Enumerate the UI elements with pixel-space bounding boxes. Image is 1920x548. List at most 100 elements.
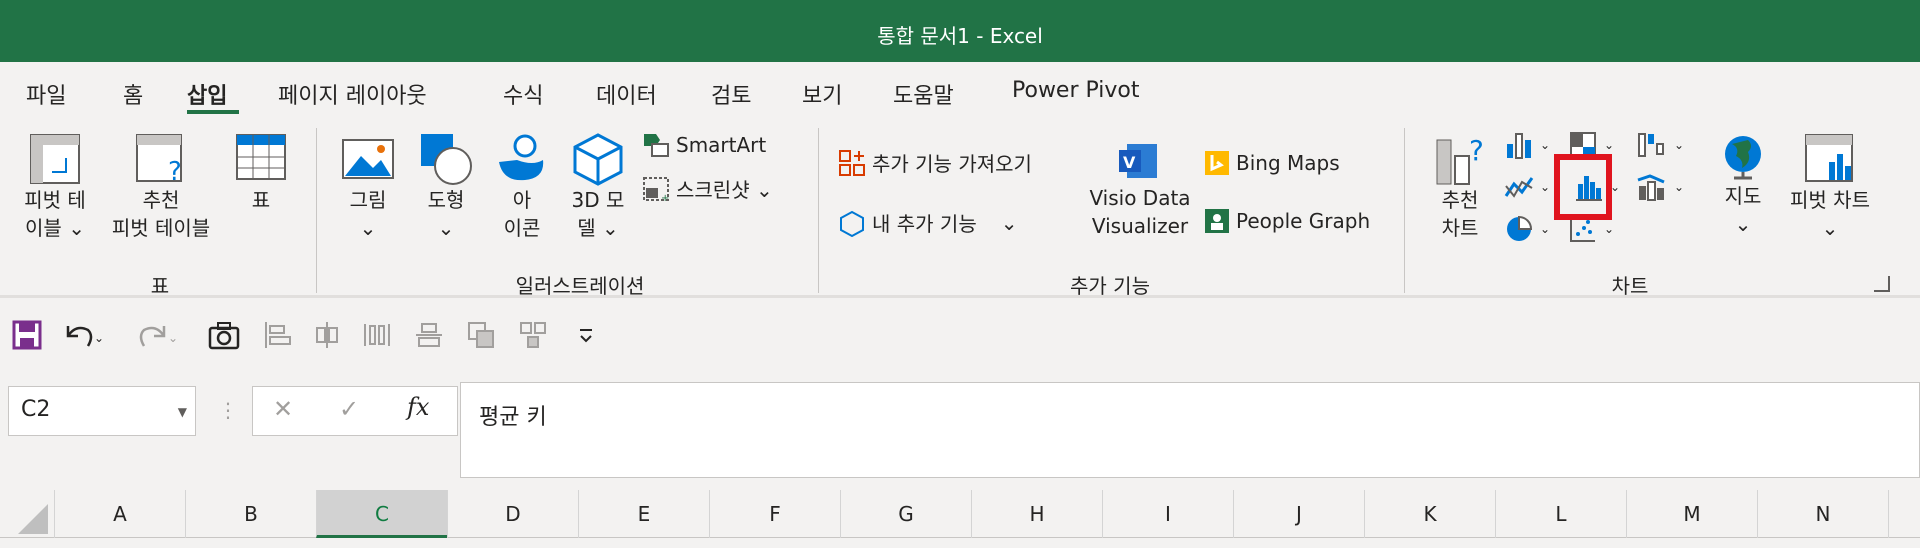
people-graph-button[interactable]: People Graph <box>1204 208 1370 234</box>
shapes-arrow: ⌄ <box>437 216 455 240</box>
save-icon[interactable] <box>12 320 42 350</box>
drag-handle-icon[interactable]: ⋮ <box>218 398 238 422</box>
formula-buttons: ✕ ✓ fx <box>252 386 458 436</box>
combo-chart-button[interactable]: ⌄ <box>1636 172 1684 202</box>
column-header-f[interactable]: F <box>709 490 840 538</box>
people-graph-label: People Graph <box>1236 209 1371 233</box>
recommended-pivot-icon: ? <box>136 134 182 186</box>
undo-icon[interactable]: ⌄ <box>62 320 102 350</box>
column-chart-button[interactable]: ⌄ <box>1504 130 1550 160</box>
maps-label: 지도 <box>1724 184 1762 208</box>
table-icon <box>236 134 286 180</box>
table-label: 표 <box>251 188 271 212</box>
3d-models-label-1: 3D 모 <box>571 188 625 212</box>
icons-button[interactable]: 아 이콘 <box>490 132 554 242</box>
my-addins-arrow: ⌄ <box>1000 210 1018 235</box>
tab-power-pivot[interactable]: Power Pivot <box>1012 78 1140 103</box>
redo-icon[interactable]: ⌄ <box>136 320 176 350</box>
tab-insert[interactable]: 삽입 <box>187 78 227 110</box>
column-header-j[interactable]: J <box>1233 490 1364 538</box>
column-header-e[interactable]: E <box>578 490 709 538</box>
recommended-pivot-button[interactable]: ? 추천 피벗 테이블 <box>96 132 226 242</box>
column-header-b[interactable]: B <box>185 490 316 538</box>
name-box-dropdown-icon[interactable]: ▼ <box>178 405 187 419</box>
pie-chart-button[interactable]: ⌄ <box>1504 214 1550 244</box>
column-header-m[interactable]: M <box>1626 490 1757 538</box>
waterfall-chart-button[interactable]: ⌄ <box>1636 130 1684 160</box>
line-chart-button[interactable]: ⌄ <box>1504 172 1550 202</box>
tab-page-layout[interactable]: 페이지 레이아웃 <box>278 78 427 110</box>
align-left-icon[interactable] <box>262 320 292 350</box>
bing-maps-button[interactable]: Bing Maps <box>1204 150 1340 176</box>
cancel-icon[interactable]: ✕ <box>273 395 293 423</box>
svg-text:?: ? <box>168 157 182 186</box>
smartart-button[interactable]: SmartArt <box>642 132 766 158</box>
tab-review[interactable]: 검토 <box>711 78 751 110</box>
pivot-chart-button[interactable]: 피벗 차트 ⌄ <box>1780 132 1880 242</box>
recommended-pivot-label-1: 추천 <box>142 188 180 212</box>
group-label-charts: 차트 <box>1611 274 1649 298</box>
dialog-launcher-icon[interactable] <box>1874 276 1890 292</box>
cube-icon <box>573 133 623 186</box>
3d-models-button[interactable]: 3D 모 델 ⌄ <box>562 132 634 242</box>
column-header-c[interactable]: C <box>316 490 447 538</box>
combo-chart-icon <box>1637 174 1665 201</box>
insert-function-icon[interactable]: fx <box>407 393 429 421</box>
svg-text:?: ? <box>1469 134 1484 167</box>
align-center-icon[interactable] <box>312 320 342 350</box>
camera-icon[interactable] <box>208 320 240 350</box>
shapes-label: 도형 <box>427 188 465 212</box>
column-header-n[interactable]: N <box>1757 490 1888 538</box>
get-addins-label: 추가 기능 가져오기 <box>872 152 1032 176</box>
3d-models-label-2: 델 ⌄ <box>577 216 619 240</box>
column-header-d[interactable]: D <box>447 490 578 538</box>
select-all-button[interactable] <box>0 490 54 538</box>
column-header-k[interactable]: K <box>1364 490 1495 538</box>
column-header-i[interactable]: I <box>1102 490 1233 538</box>
column-header-g[interactable]: G <box>840 490 971 538</box>
recommended-charts-button[interactable]: ? 추천 차트 <box>1420 132 1500 242</box>
duck-icon <box>499 134 544 181</box>
svg-text:V: V <box>1123 153 1136 172</box>
tab-data[interactable]: 데이터 <box>596 78 657 110</box>
formula-content: 평균 키 <box>479 405 547 430</box>
column-header-h[interactable]: H <box>971 490 1102 538</box>
group-objects-icon[interactable] <box>466 320 496 350</box>
align-middle-icon[interactable] <box>414 320 444 350</box>
highlight-box <box>1554 154 1612 220</box>
tab-home[interactable]: 홈 <box>123 78 143 110</box>
tab-file[interactable]: 파일 <box>26 78 66 110</box>
table-button[interactable]: 표 <box>230 132 292 214</box>
get-addins-button[interactable]: 추가 기능 가져오기 <box>838 148 1032 177</box>
my-addins-label: 내 추가 기능 <box>872 212 977 236</box>
tab-view[interactable]: 보기 <box>802 78 842 110</box>
customize-toolbar-icon[interactable] <box>576 320 596 350</box>
column-header-a[interactable]: A <box>54 490 185 538</box>
pivot-table-button[interactable]: 피벗 테 이블 ⌄ <box>14 132 96 242</box>
my-addins-button[interactable]: 내 추가 기능 ⌄ <box>838 208 1017 237</box>
my-addins-icon <box>840 210 864 237</box>
line-chart-icon <box>1504 177 1534 198</box>
window-title: 통합 문서1 - Excel <box>877 24 1043 48</box>
group-label-addins: 추가 기능 <box>1070 274 1150 298</box>
smartart-label: SmartArt <box>676 133 767 157</box>
formula-input[interactable]: 평균 키 <box>460 382 1920 478</box>
svg-text:+: + <box>661 193 669 202</box>
selection-pane-icon[interactable] <box>518 320 548 350</box>
name-box[interactable]: C2 ▼ <box>8 386 196 436</box>
visio-visualizer-button[interactable]: V Visio Data Visualizer <box>1080 138 1200 240</box>
distribute-horizontal-icon[interactable] <box>362 320 392 350</box>
pictures-arrow: ⌄ <box>359 216 377 240</box>
column-header-partial[interactable] <box>1888 490 1920 538</box>
pictures-button[interactable]: 그림 ⌄ <box>336 132 400 242</box>
smartart-icon <box>644 134 669 157</box>
tab-formulas[interactable]: 수식 <box>503 78 543 110</box>
screenshot-button[interactable]: + 스크린샷 ⌄ <box>642 174 773 203</box>
shapes-button[interactable]: 도형 ⌄ <box>414 132 478 242</box>
column-header-l[interactable]: L <box>1495 490 1626 538</box>
maps-button[interactable]: 지도 ⌄ <box>1706 132 1780 238</box>
pivot-table-label-2: 이블 ⌄ <box>25 216 85 240</box>
visio-icon: V <box>1119 144 1157 178</box>
tab-help[interactable]: 도움말 <box>893 78 954 110</box>
enter-icon[interactable]: ✓ <box>339 395 359 423</box>
